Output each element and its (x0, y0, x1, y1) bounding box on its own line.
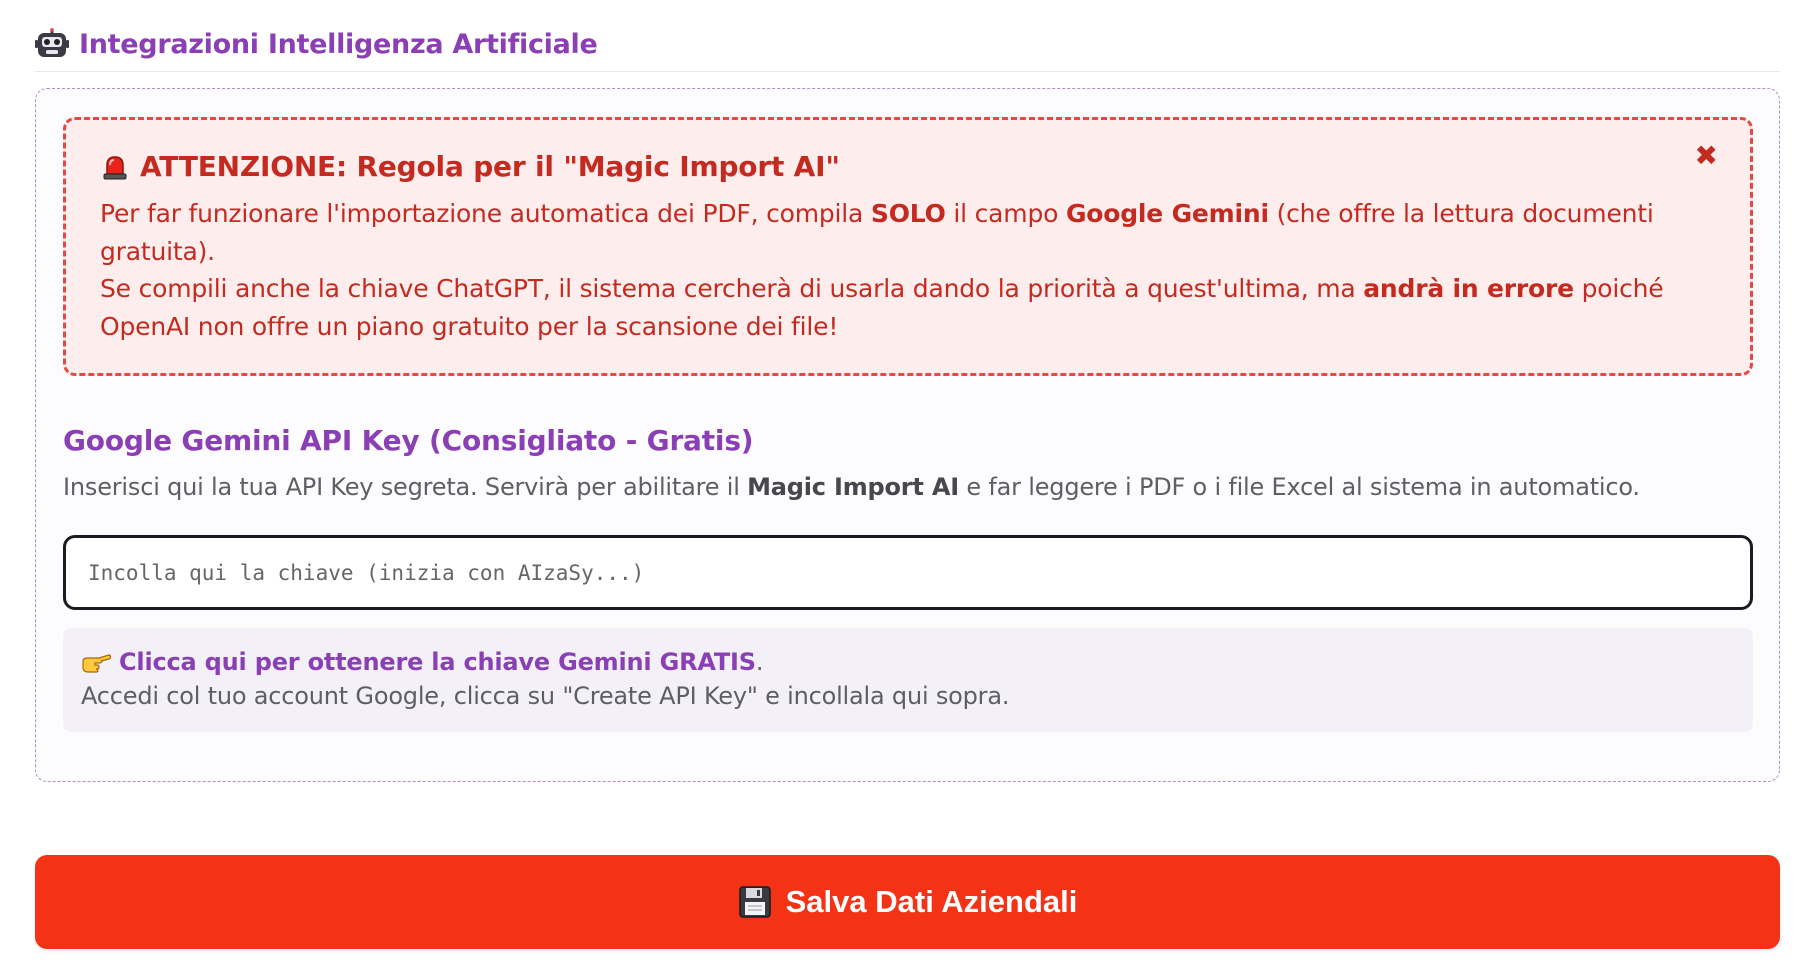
alert-emphasis-solo: SOLO (870, 199, 946, 228)
alert-body: Per far funzionare l'importazione automa… (100, 195, 1716, 345)
alert-paragraph-2: Se compili anche la chiave ChatGPT, il s… (100, 270, 1716, 345)
alert-emphasis-gemini: Google Gemini (1065, 199, 1269, 228)
ai-integrations-panel: ATTENZIONE: Regola per il "Magic Import … (35, 88, 1780, 782)
alert-paragraph-1: Per far funzionare l'importazione automa… (100, 195, 1716, 270)
robot-icon (35, 27, 69, 62)
alert-title-row: ATTENZIONE: Regola per il "Magic Import … (100, 150, 1716, 183)
alert-text: il campo (945, 199, 1066, 228)
alert-text: Per far funzionare l'importazione automa… (100, 199, 871, 228)
gemini-api-key-input[interactable] (63, 535, 1753, 610)
warning-alert: ATTENZIONE: Regola per il "Magic Import … (63, 117, 1753, 376)
help-link-row: Clicca qui per ottenere la chiave Gemini… (81, 648, 1735, 676)
alert-title: ATTENZIONE: Regola per il "Magic Import … (140, 150, 840, 183)
help-text: e far leggere i PDF o i file Excel al si… (958, 473, 1640, 501)
alert-text: Se compili anche la chiave ChatGPT, il s… (100, 274, 1364, 303)
page: Integrazioni Intelligenza Artificiale AT… (0, 0, 1811, 973)
save-company-data-button[interactable]: Salva Dati Aziendali (35, 855, 1780, 949)
link-suffix: . (755, 648, 764, 676)
pointing-hand-icon (81, 650, 112, 674)
close-icon[interactable]: ✖ (1695, 142, 1718, 170)
help-instructions: Accedi col tuo account Google, clicca su… (81, 682, 1010, 710)
help-text: Inserisci qui la tua API Key segreta. Se… (63, 473, 748, 501)
gemini-key-help-box: Clicca qui per ottenere la chiave Gemini… (63, 628, 1753, 732)
save-button-label: Salva Dati Aziendali (785, 884, 1078, 919)
gemini-api-key-label: Google Gemini API Key (Consigliato - Gra… (63, 424, 754, 457)
siren-icon (100, 152, 130, 182)
help-emphasis: Magic Import AI (747, 473, 959, 501)
section-title: Integrazioni Intelligenza Artificiale (79, 29, 598, 60)
floppy-disk-icon (738, 885, 772, 919)
alert-emphasis-error: andrà in errore (1363, 274, 1574, 303)
get-gemini-key-link[interactable]: Clicca qui per ottenere la chiave Gemini… (119, 648, 756, 676)
section-header: Integrazioni Intelligenza Artificiale (35, 18, 1780, 72)
gemini-api-key-help: Inserisci qui la tua API Key segreta. Se… (63, 473, 1763, 501)
